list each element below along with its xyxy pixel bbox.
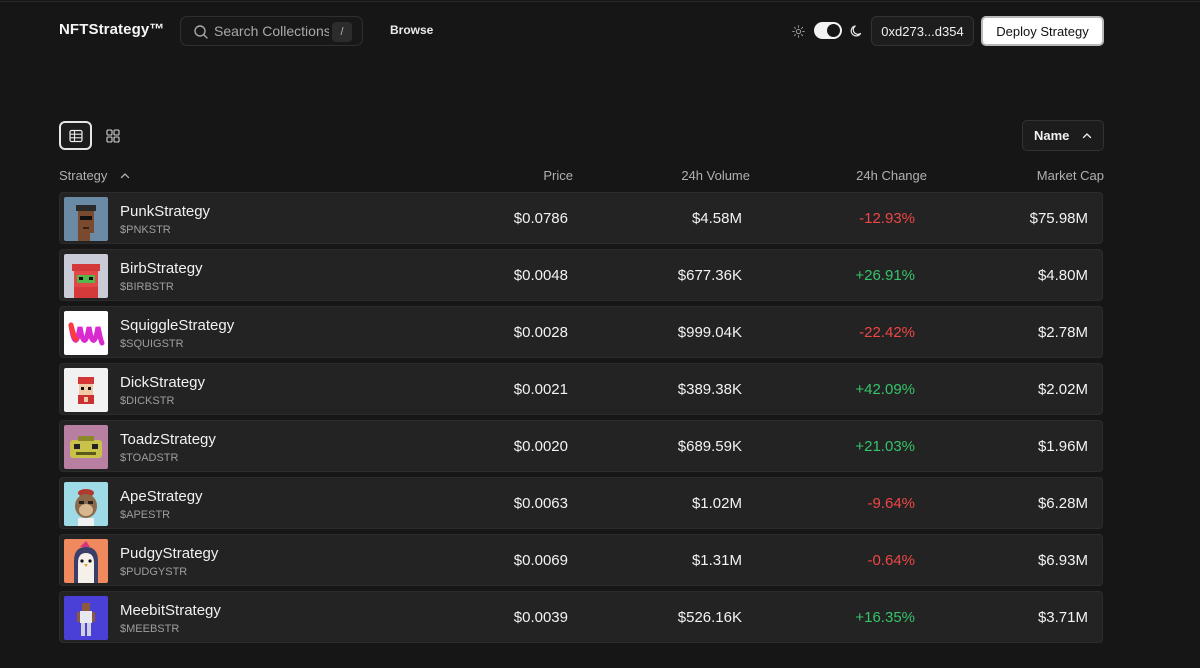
- change-cell: -9.64%: [867, 495, 915, 512]
- market-cap-cell: $1.96M: [1037, 438, 1088, 455]
- strategy-ticker: $DICKSTR: [120, 395, 175, 407]
- strategy-ticker: $MEEBSTR: [120, 623, 180, 635]
- table-icon: [68, 129, 83, 142]
- column-header-market-cap[interactable]: Market Cap: [1037, 168, 1104, 183]
- meebit-avatar-icon: [64, 596, 108, 640]
- search-icon: [194, 25, 208, 39]
- change-cell: +42.09%: [855, 381, 915, 398]
- sort-label: Name: [1034, 128, 1070, 143]
- brand-logo[interactable]: NFTStrategy™: [59, 21, 164, 38]
- market-cap-cell: $2.02M: [1037, 381, 1088, 398]
- price-cell: $0.0063: [513, 495, 568, 512]
- volume-cell: $1.31M: [691, 552, 742, 569]
- volume-cell: $389.38K: [677, 381, 742, 398]
- ape-avatar-icon: [64, 482, 108, 526]
- strategy-ticker: $APESTR: [120, 509, 171, 521]
- theme-toggle-knob: [827, 24, 840, 37]
- change-cell: -0.64%: [867, 552, 915, 569]
- column-header-price[interactable]: Price: [543, 168, 573, 183]
- cryptopunk-avatar-icon: [64, 197, 108, 241]
- strategy-name: ToadzStrategy: [120, 431, 216, 448]
- squiggle-avatar-icon: [64, 311, 108, 355]
- search-shortcut-key: /: [332, 22, 352, 42]
- column-header-volume[interactable]: 24h Volume: [681, 168, 750, 183]
- strategy-name: PudgyStrategy: [120, 545, 219, 562]
- market-cap-cell: $2.78M: [1037, 324, 1088, 341]
- change-cell: -22.42%: [859, 324, 915, 341]
- volume-cell: $526.16K: [677, 609, 742, 626]
- table-row[interactable]: ApeStrategy $APESTR $0.0063 $1.02M -9.64…: [59, 477, 1103, 529]
- strategy-name: BirbStrategy: [120, 260, 203, 277]
- column-header-strategy[interactable]: Strategy: [59, 168, 130, 183]
- search-input[interactable]: [214, 17, 329, 45]
- grid-view-toggle[interactable]: [98, 121, 128, 150]
- table-row[interactable]: PudgyStrategy $PUDGYSTR $0.0069 $1.31M -…: [59, 534, 1103, 586]
- price-cell: $0.0786: [513, 210, 568, 227]
- strategy-ticker: $PUDGYSTR: [120, 566, 188, 578]
- table-header: Strategy Price 24h Volume 24h Change Mar…: [59, 166, 1104, 186]
- top-divider: [0, 1, 1200, 2]
- price-cell: $0.0020: [513, 438, 568, 455]
- birb-avatar-icon: [64, 254, 108, 298]
- strategy-name: PunkStrategy: [120, 203, 211, 220]
- volume-cell: $999.04K: [677, 324, 742, 341]
- pudgy-penguin-avatar-icon: [64, 539, 108, 583]
- price-cell: $0.0039: [513, 609, 568, 626]
- theme-toggle[interactable]: [814, 22, 842, 39]
- sort-dropdown[interactable]: Name: [1022, 120, 1104, 151]
- change-cell: +16.35%: [855, 609, 915, 626]
- price-cell: $0.0048: [513, 267, 568, 284]
- strategy-ticker: $SQUIGSTR: [120, 338, 184, 350]
- grid-icon: [106, 128, 120, 143]
- dick-avatar-icon: [64, 368, 108, 412]
- table-row[interactable]: MeebitStrategy $MEEBSTR $0.0039 $526.16K…: [59, 591, 1103, 643]
- strategy-name: DickStrategy: [120, 374, 206, 391]
- price-cell: $0.0028: [513, 324, 568, 341]
- table-row[interactable]: DickStrategy $DICKSTR $0.0021 $389.38K +…: [59, 363, 1103, 415]
- sun-icon[interactable]: [792, 25, 805, 38]
- toadz-avatar-icon: [64, 425, 108, 469]
- market-cap-cell: $3.71M: [1037, 609, 1088, 626]
- column-header-change[interactable]: 24h Change: [856, 168, 927, 183]
- sort-chevron-up-icon: [120, 173, 130, 179]
- market-cap-cell: $75.98M: [1029, 210, 1088, 227]
- top-navigation-bar: NFTStrategy™ / Browse 0xd273...d354 Depl…: [0, 0, 1200, 62]
- table-row[interactable]: ToadzStrategy $TOADSTR $0.0020 $689.59K …: [59, 420, 1103, 472]
- volume-cell: $4.58M: [691, 210, 742, 227]
- table-view-toggle[interactable]: [59, 121, 92, 150]
- moon-icon[interactable]: [850, 24, 864, 38]
- price-cell: $0.0021: [513, 381, 568, 398]
- strategy-ticker: $BIRBSTR: [120, 281, 174, 293]
- strategy-name: ApeStrategy: [120, 488, 203, 505]
- change-cell: +21.03%: [855, 438, 915, 455]
- table-row[interactable]: SquiggleStrategy $SQUIGSTR $0.0028 $999.…: [59, 306, 1103, 358]
- change-cell: +26.91%: [855, 267, 915, 284]
- strategy-ticker: $PNKSTR: [120, 224, 171, 236]
- search-box[interactable]: /: [180, 16, 363, 46]
- table-row[interactable]: BirbStrategy $BIRBSTR $0.0048 $677.36K +…: [59, 249, 1103, 301]
- volume-cell: $689.59K: [677, 438, 742, 455]
- volume-cell: $677.36K: [677, 267, 742, 284]
- strategy-name: SquiggleStrategy: [120, 317, 235, 334]
- strategy-name: MeebitStrategy: [120, 602, 221, 619]
- wallet-address-button[interactable]: 0xd273...d354: [871, 16, 974, 46]
- market-cap-cell: $4.80M: [1037, 267, 1088, 284]
- browse-link[interactable]: Browse: [390, 23, 433, 37]
- chevron-up-icon: [1082, 133, 1092, 139]
- table-row[interactable]: PunkStrategy $PNKSTR $0.0786 $4.58M -12.…: [59, 192, 1103, 244]
- deploy-strategy-button[interactable]: Deploy Strategy: [981, 16, 1104, 46]
- price-cell: $0.0069: [513, 552, 568, 569]
- market-cap-cell: $6.93M: [1037, 552, 1088, 569]
- change-cell: -12.93%: [859, 210, 915, 227]
- strategy-ticker: $TOADSTR: [120, 452, 179, 464]
- market-cap-cell: $6.28M: [1037, 495, 1088, 512]
- volume-cell: $1.02M: [691, 495, 742, 512]
